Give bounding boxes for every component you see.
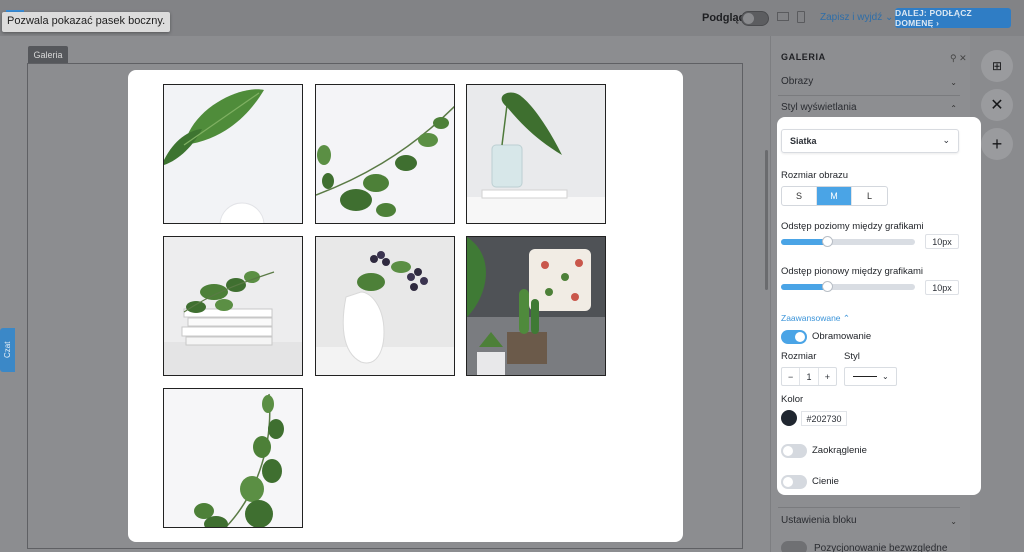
vertical-gap-input[interactable]: 10px (925, 280, 959, 295)
gallery-image[interactable] (163, 84, 303, 224)
chevron-down-icon: ⌄ (950, 517, 957, 526)
increment-button[interactable]: + (819, 372, 836, 382)
gallery-image[interactable] (315, 84, 455, 224)
berries-in-vase-image (316, 251, 454, 375)
tablet-icon[interactable] (797, 11, 805, 23)
layout-select-value: Siatka (790, 136, 817, 146)
decrement-button[interactable]: − (782, 372, 799, 382)
save-exit-button[interactable]: Zapisz i wyjdź ⌄ (820, 12, 893, 23)
cactus-and-pillow-image (467, 237, 605, 375)
close-icon: ✕ (990, 97, 1004, 114)
eucalyptus-sprig-image (194, 393, 284, 527)
add-button[interactable]: + (981, 128, 1013, 160)
eucalyptus-branch-image (316, 105, 454, 217)
divider (778, 95, 960, 96)
vertical-gap-label: Odstęp pionowy między grafikami (781, 266, 924, 277)
horizontal-gap-input[interactable]: 10px (925, 234, 959, 249)
shadows-toggle[interactable] (781, 475, 807, 489)
gallery-image[interactable] (163, 388, 303, 528)
chevron-up-icon: ⌃ (950, 104, 957, 113)
horizontal-gap-label: Odstęp poziomy między grafikami (781, 221, 924, 232)
panel-pin-close-icons[interactable]: ⚲ ✕ (950, 53, 967, 64)
gallery-image[interactable] (163, 236, 303, 376)
desktop-icon[interactable] (777, 12, 789, 21)
absolute-positioning-toggle[interactable] (781, 541, 807, 552)
border-size-label: Rozmiar (781, 351, 817, 362)
gallery-block-tab[interactable]: Galeria (28, 46, 68, 63)
advanced-toggle-link[interactable]: Zaawansowane ⌃ (781, 313, 850, 324)
border-style-select[interactable]: ⌄ (844, 367, 897, 386)
size-s-button[interactable]: S (782, 187, 817, 205)
plus-icon: + (991, 133, 1003, 154)
size-m-button[interactable]: M (817, 187, 852, 205)
next-connect-domain-button[interactable]: DALEJ: PODŁĄCZ DOMENĘ › (895, 8, 1011, 28)
solid-line-icon (853, 375, 877, 378)
chevron-down-icon: ⌄ (942, 135, 950, 145)
gallery-preview (128, 70, 683, 542)
slider-handle[interactable] (822, 281, 833, 292)
layout-select[interactable]: Siatka ⌄ (781, 129, 959, 153)
size-l-button[interactable]: L (852, 187, 887, 205)
rounding-label: Zaokrąglenie (812, 445, 867, 456)
images-section-toggle[interactable]: Obrazy (781, 76, 813, 87)
panel-title: GALERIA (781, 52, 826, 62)
leaf-white-bg-image (164, 89, 265, 223)
border-size-stepper: − 1 + (781, 367, 837, 386)
color-label: Kolor (781, 394, 804, 405)
divider (778, 507, 960, 508)
canvas-scrollbar[interactable] (765, 150, 768, 290)
border-size-value[interactable]: 1 (799, 368, 819, 385)
close-button[interactable]: ✕ (981, 89, 1013, 121)
preview-label: Podgląd (702, 12, 746, 24)
sidebar-tooltip: Pozwala pokazać pasek boczny. (2, 12, 171, 32)
absolute-positioning-label: Pozycjonowanie bezwzględne (814, 543, 948, 552)
shadows-label: Cienie (812, 476, 839, 487)
preview-toggle[interactable] (741, 11, 769, 26)
display-style-section-toggle[interactable]: Styl wyświetlania (781, 102, 857, 113)
structure-button[interactable]: ⊞ (981, 50, 1013, 82)
border-style-label: Styl (844, 351, 860, 362)
image-size-selector: S M L (781, 186, 888, 206)
slider-handle[interactable] (822, 236, 833, 247)
color-swatch[interactable] (781, 410, 797, 426)
sitemap-icon: ⊞ (991, 59, 1003, 73)
chat-tab[interactable]: Czat (0, 328, 15, 372)
rounding-toggle[interactable] (781, 444, 807, 458)
chevron-down-icon: ⌄ (882, 372, 889, 381)
display-style-settings: Siatka ⌄ Rozmiar obrazu S M L Odstęp poz… (777, 117, 981, 495)
chevron-down-icon: ⌄ (950, 78, 957, 87)
border-label: Obramowanie (812, 331, 872, 342)
books-with-plant-image (164, 271, 302, 375)
gallery-image[interactable] (466, 84, 606, 224)
leaf-in-vase-image (467, 92, 605, 223)
gallery-image[interactable] (315, 236, 455, 376)
horizontal-gap-slider[interactable] (781, 236, 915, 247)
block-settings-section-toggle[interactable]: Ustawienia bloku (781, 515, 857, 526)
gallery-image[interactable] (466, 236, 606, 376)
color-hex-input[interactable]: #202730 (801, 411, 847, 426)
vertical-gap-slider[interactable] (781, 281, 915, 292)
border-toggle[interactable] (781, 330, 807, 344)
image-size-label: Rozmiar obrazu (781, 170, 849, 181)
